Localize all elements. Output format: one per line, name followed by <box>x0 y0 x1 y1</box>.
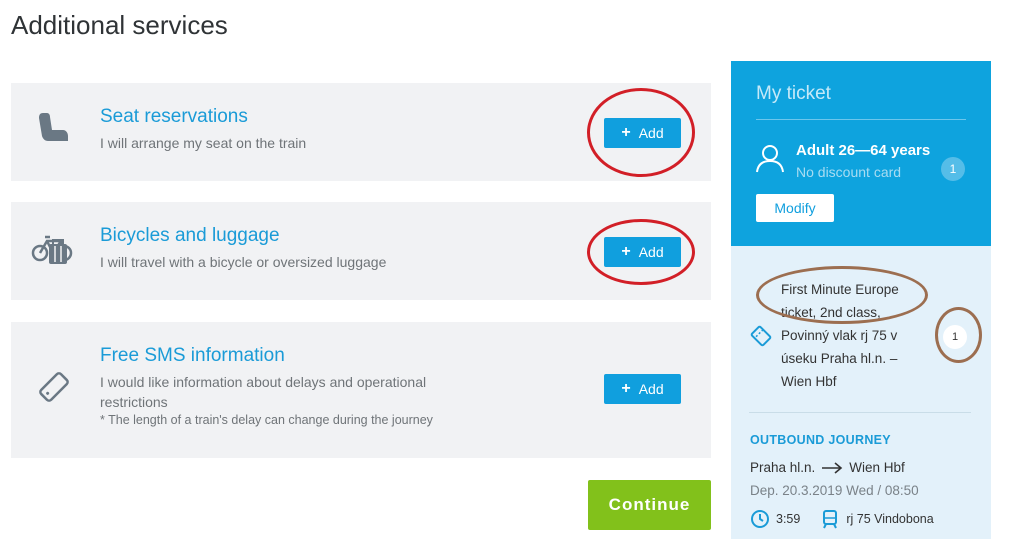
add-button-label: Add <box>638 381 664 397</box>
discount-card: No discount card <box>796 164 902 180</box>
ticket-summary-header: My ticket Adult 26—64 years No discount … <box>731 61 991 246</box>
seat-icon <box>39 113 68 141</box>
bicycle-luggage-icon <box>31 235 73 264</box>
service-card-sms: Free SMS information I would like inform… <box>11 322 711 458</box>
service-title: Free SMS information <box>100 345 285 366</box>
journey-meta: 3:59 rj 75 Vindobona <box>750 509 934 529</box>
add-seat-button[interactable]: + Add <box>604 118 681 148</box>
divider <box>749 412 971 413</box>
service-title: Seat reservations <box>100 106 248 127</box>
plus-icon: + <box>621 380 631 397</box>
add-bicycle-button[interactable]: + Add <box>604 237 681 267</box>
service-description: I would like information about delays an… <box>100 374 427 410</box>
outbound-journey-label: OUTBOUND JOURNEY <box>750 433 891 447</box>
clock-icon <box>751 510 769 528</box>
journey-duration: 3:59 <box>776 512 801 526</box>
add-button-label: Add <box>638 244 664 260</box>
service-title: Bicycles and luggage <box>100 225 280 246</box>
ticket-icon <box>750 325 772 347</box>
train-icon <box>823 510 838 529</box>
add-button-label: Add <box>638 125 664 141</box>
add-sms-button[interactable]: + Add <box>604 374 681 404</box>
departure-time: Dep. 20.3.2019 Wed / 08:50 <box>750 483 919 498</box>
service-description: I will travel with a bicycle or oversize… <box>100 254 387 270</box>
person-icon <box>756 145 784 173</box>
ticket-summary-details: First Minute Europe ticket, 2nd class, P… <box>731 246 991 539</box>
origin-station: Praha hl.n. <box>750 460 816 475</box>
ticket-title: My ticket <box>756 83 831 104</box>
arrow-right-icon <box>822 461 843 474</box>
route: Praha hl.n. Wien Hbf <box>750 460 905 475</box>
destination-station: Wien Hbf <box>849 460 905 475</box>
passenger-count-badge: 1 <box>941 157 965 181</box>
modify-button[interactable]: Modify <box>756 194 834 222</box>
train-name: rj 75 Vindobona <box>846 512 934 526</box>
page-title: Additional services <box>11 10 228 40</box>
phone-icon <box>39 372 69 402</box>
continue-button[interactable]: Continue <box>588 480 711 530</box>
plus-icon: + <box>621 124 631 141</box>
service-note: * The length of a train's delay can chan… <box>100 413 433 427</box>
fare-count-badge: 1 <box>943 325 967 349</box>
plus-icon: + <box>621 243 631 260</box>
fare-description: First Minute Europe ticket, 2nd class, P… <box>781 282 899 389</box>
service-card-seat: Seat reservations I will arrange my seat… <box>11 83 711 181</box>
service-card-bicycle: Bicycles and luggage I will travel with … <box>11 202 711 300</box>
divider <box>756 119 966 120</box>
service-description: I will arrange my seat on the train <box>100 135 307 151</box>
passenger-type: Adult 26—64 years <box>796 142 931 159</box>
